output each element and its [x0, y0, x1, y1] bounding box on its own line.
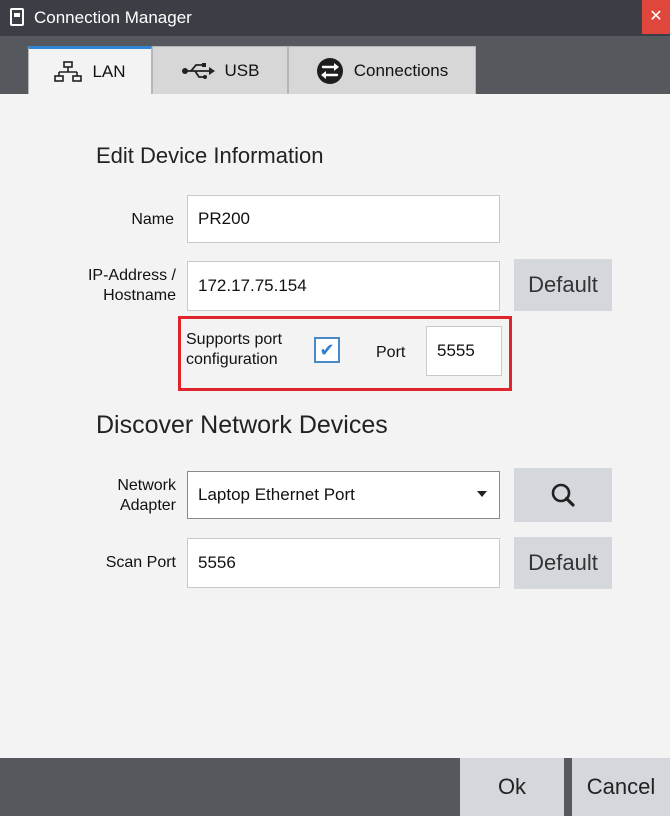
scan-port-field[interactable]: 5556	[187, 538, 500, 588]
connection-manager-window: Connection Manager ✕ LAN USB Connections…	[0, 0, 670, 816]
scan-port-default-button[interactable]: Default	[514, 537, 612, 589]
name-field[interactable]: PR200	[187, 195, 500, 243]
chevron-down-icon	[477, 491, 487, 497]
network-adapter-value: Laptop Ethernet Port	[198, 485, 355, 504]
network-adapter-label: Network Adapter	[80, 476, 176, 516]
tab-lan[interactable]: LAN	[28, 46, 152, 94]
magnifier-icon	[551, 483, 575, 507]
close-button[interactable]: ✕	[642, 0, 670, 34]
name-value: PR200	[198, 209, 250, 228]
adapter-label-line2: Adapter	[119, 497, 176, 514]
tab-bar: LAN USB Connections	[0, 36, 670, 94]
ip-address-label: IP-Address / Hostname	[60, 266, 176, 306]
port-field[interactable]: 5555	[426, 326, 502, 376]
title-bar: Connection Manager ✕	[0, 0, 670, 36]
ip-label-line2: Hostname	[103, 287, 176, 304]
ip-address-field[interactable]: 172.17.75.154	[187, 261, 500, 311]
port-label: Port	[376, 344, 406, 361]
supports-port-line1: Supports port	[186, 331, 283, 348]
port-value: 5555	[437, 341, 475, 360]
ok-button[interactable]: Ok	[460, 758, 564, 816]
supports-port-checkbox[interactable]: ✔	[314, 337, 340, 363]
tab-connections[interactable]: Connections	[288, 46, 476, 94]
usb-icon	[181, 62, 215, 79]
supports-port-label: Supports port configuration	[186, 330, 302, 370]
network-adapter-select[interactable]: Laptop Ethernet Port	[187, 471, 500, 519]
window-title: Connection Manager	[34, 8, 192, 27]
edit-device-title: Edit Device Information	[96, 143, 324, 168]
tab-usb[interactable]: USB	[152, 46, 288, 94]
supports-port-line2: configuration	[186, 351, 278, 368]
ip-label-line1: IP-Address /	[87, 267, 176, 284]
connections-swap-icon	[316, 57, 343, 84]
tab-usb-label: USB	[224, 60, 260, 80]
device-icon	[10, 8, 24, 26]
ip-default-button[interactable]: Default	[514, 259, 612, 311]
scan-port-label: Scan Port	[105, 554, 176, 571]
lan-network-icon	[54, 60, 83, 82]
cancel-button[interactable]: Cancel	[572, 758, 670, 816]
tab-lan-label: LAN	[92, 61, 126, 81]
ip-address-value: 172.17.75.154	[198, 276, 307, 295]
search-devices-button[interactable]	[514, 468, 612, 522]
scan-port-value: 5556	[198, 553, 236, 572]
discover-network-title: Discover Network Devices	[96, 411, 388, 439]
tab-connections-label: Connections	[353, 60, 449, 80]
footer-bar: Ok Cancel	[0, 758, 670, 816]
name-label: Name	[131, 211, 174, 228]
adapter-label-line1: Network	[117, 477, 176, 494]
